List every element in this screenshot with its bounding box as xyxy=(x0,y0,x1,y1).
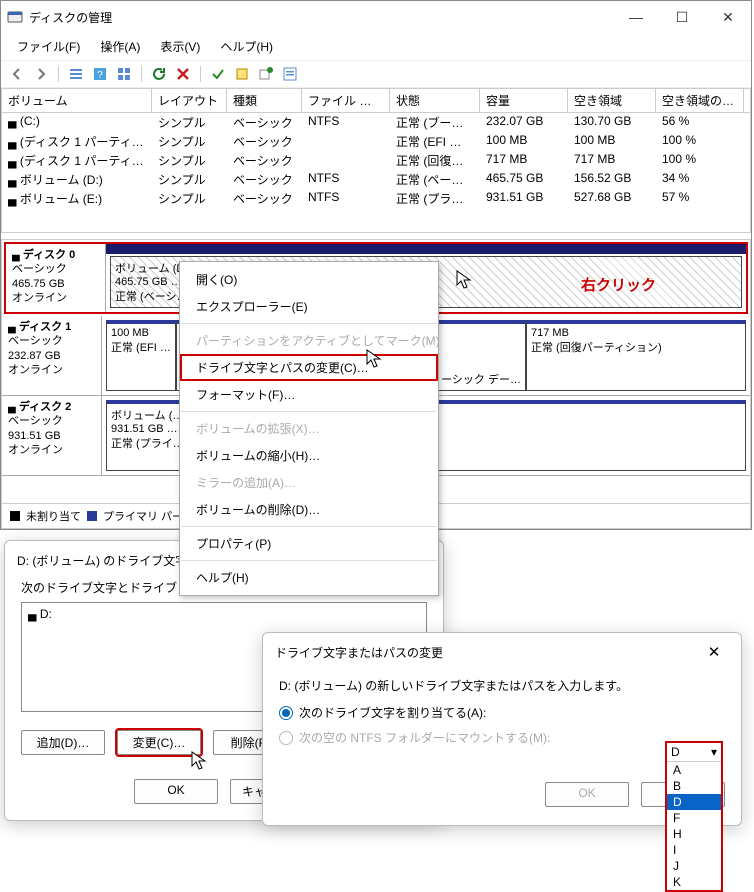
menubar: ファイル(F) 操作(A) 表示(V) ヘルプ(H) xyxy=(1,33,751,61)
chevron-down-icon: ▾ xyxy=(711,745,717,759)
ctx-explorer[interactable]: エクスプローラー(E) xyxy=(180,293,438,320)
table-row[interactable]: ▄ ボリューム (E:)シンプルベーシックNTFS正常 (プラ…931.51 G… xyxy=(2,189,750,208)
menu-file[interactable]: ファイル(F) xyxy=(7,35,90,58)
radio-off-icon xyxy=(279,731,293,745)
context-menu: 開く(O) エクスプローラー(E) パーティションをアクティブとしてマーク(M)… xyxy=(179,261,439,596)
check-icon[interactable] xyxy=(208,64,228,84)
dropdown-option[interactable]: B xyxy=(667,778,721,794)
svg-text:?: ? xyxy=(97,70,103,81)
disk-management-window: ディスクの管理 — ☐ ✕ ファイル(F) 操作(A) 表示(V) ヘルプ(H)… xyxy=(0,0,752,530)
ctx-mirror: ミラーの追加(A)… xyxy=(180,469,438,496)
dlg1-add-button[interactable]: 追加(D)… xyxy=(21,730,105,755)
ctx-extend: ボリュームの拡張(X)… xyxy=(180,415,438,442)
action-icon[interactable] xyxy=(256,64,276,84)
app-icon xyxy=(7,9,23,25)
help-icon[interactable]: ? xyxy=(90,64,110,84)
ctx-shrink[interactable]: ボリュームの縮小(H)… xyxy=(180,442,438,469)
disk-hdd-icon: ▄ xyxy=(12,249,20,261)
ctx-format[interactable]: フォーマット(F)… xyxy=(180,381,438,408)
ctx-change-letter[interactable]: ドライブ文字とパスの変更(C)… xyxy=(180,354,438,381)
col-type[interactable]: 種類 xyxy=(227,89,302,112)
back-button[interactable] xyxy=(7,64,27,84)
col-volume[interactable]: ボリューム xyxy=(2,89,152,112)
close-button[interactable]: ✕ xyxy=(705,1,751,33)
volumes-list[interactable]: ▄ (C:)シンプルベーシックNTFS正常 (ブート…232.07 GB130.… xyxy=(1,113,751,233)
col-status[interactable]: 状態 xyxy=(390,89,480,112)
dlg1-list-entry[interactable]: ▄ D: xyxy=(28,607,420,621)
radio-mount-folder: 次の空の NTFS フォルダーにマウントする(M): xyxy=(279,729,725,746)
col-pct[interactable]: 空き領域の割… xyxy=(656,89,744,112)
ctx-open[interactable]: 開く(O) xyxy=(180,266,438,293)
table-row[interactable]: ▄ (ディスク 1 パーティショ…シンプルベーシック正常 (EFI …100 M… xyxy=(2,132,750,151)
drive-letter-dropdown[interactable]: D ▾ ABDFHIJK xyxy=(665,741,723,892)
ctx-delete[interactable]: ボリュームの削除(D)… xyxy=(180,496,438,523)
ctx-help[interactable]: ヘルプ(H) xyxy=(180,564,438,591)
dropdown-option[interactable]: A xyxy=(667,762,721,778)
minimize-button[interactable]: — xyxy=(613,1,659,33)
disk-1-info: ▄ ディスク 1 ベーシック 232.87 GB オンライン xyxy=(2,316,102,395)
radio-on-icon xyxy=(279,706,293,720)
titlebar: ディスクの管理 — ☐ ✕ xyxy=(1,1,751,33)
refresh-icon[interactable] xyxy=(149,64,169,84)
col-fs[interactable]: ファイル システム xyxy=(302,89,390,112)
toolbar: ? xyxy=(1,61,751,88)
dropdown-option[interactable]: J xyxy=(667,858,721,874)
dlg2-close-button[interactable]: ✕ xyxy=(699,643,729,661)
table-row[interactable]: ▄ (C:)シンプルベーシックNTFS正常 (ブート…232.07 GB130.… xyxy=(2,113,750,132)
forward-button[interactable] xyxy=(31,64,51,84)
ctx-properties[interactable]: プロパティ(P) xyxy=(180,530,438,557)
menu-help[interactable]: ヘルプ(H) xyxy=(210,35,283,58)
disk-1-efi[interactable]: 100 MB 正常 (EFI … xyxy=(106,320,176,391)
col-free[interactable]: 空き領域 xyxy=(568,89,656,112)
dropdown-selected: D xyxy=(671,745,680,759)
disk-1-recovery[interactable]: 717 MB 正常 (回復パーティション) xyxy=(526,320,746,391)
ctx-mark-active: パーティションをアクティブとしてマーク(M) xyxy=(180,327,438,354)
table-row[interactable]: ▄ ボリューム (D:)シンプルベーシックNTFS正常 (ペー…465.75 G… xyxy=(2,170,750,189)
dropdown-option[interactable]: I xyxy=(667,842,721,858)
maximize-button[interactable]: ☐ xyxy=(659,1,705,33)
table-row[interactable]: ▄ (ディスク 1 パーティショ…シンプルベーシック正常 (回復…717 MB7… xyxy=(2,151,750,170)
dlg2-message: D: (ボリューム) の新しいドライブ文字またはパスを入力します。 xyxy=(279,677,725,694)
volumes-header: ボリューム レイアウト 種類 ファイル システム 状態 容量 空き領域 空き領域… xyxy=(1,88,751,113)
window-title: ディスクの管理 xyxy=(29,9,613,26)
col-capacity[interactable]: 容量 xyxy=(480,89,568,112)
view-list-icon[interactable] xyxy=(114,64,134,84)
props-icon[interactable] xyxy=(280,64,300,84)
dlg2-ok-button[interactable]: OK xyxy=(545,782,629,807)
assign-letter-dialog: ドライブ文字またはパスの変更 ✕ D: (ボリューム) の新しいドライブ文字また… xyxy=(262,632,742,826)
disk-0-info: ▄ ディスク 0 ベーシック 465.75 GB オンライン xyxy=(6,244,106,312)
disk-2-info: ▄ ディスク 2 ベーシック 931.51 GB オンライン xyxy=(2,396,102,475)
view-details-icon[interactable] xyxy=(66,64,86,84)
disk-hdd-icon: ▄ xyxy=(8,401,16,413)
dropdown-option[interactable]: H xyxy=(667,826,721,842)
delete-icon[interactable] xyxy=(173,64,193,84)
disk-hdd-icon: ▄ xyxy=(8,321,16,333)
menu-view[interactable]: 表示(V) xyxy=(150,35,210,58)
dropdown-option[interactable]: K xyxy=(667,874,721,890)
dropdown-option[interactable]: F xyxy=(667,810,721,826)
drive-icon: ▄ xyxy=(28,607,40,621)
dlg1-change-button[interactable]: 変更(C)… xyxy=(117,730,201,755)
col-layout[interactable]: レイアウト xyxy=(152,89,227,112)
dlg2-title: ドライブ文字またはパスの変更 xyxy=(275,644,699,661)
menu-action[interactable]: 操作(A) xyxy=(90,35,150,58)
dlg1-ok-button[interactable]: OK xyxy=(134,779,218,804)
dropdown-option[interactable]: D xyxy=(667,794,721,810)
radio-assign-letter[interactable]: 次のドライブ文字を割り当てる(A): xyxy=(279,704,725,721)
new-icon[interactable] xyxy=(232,64,252,84)
